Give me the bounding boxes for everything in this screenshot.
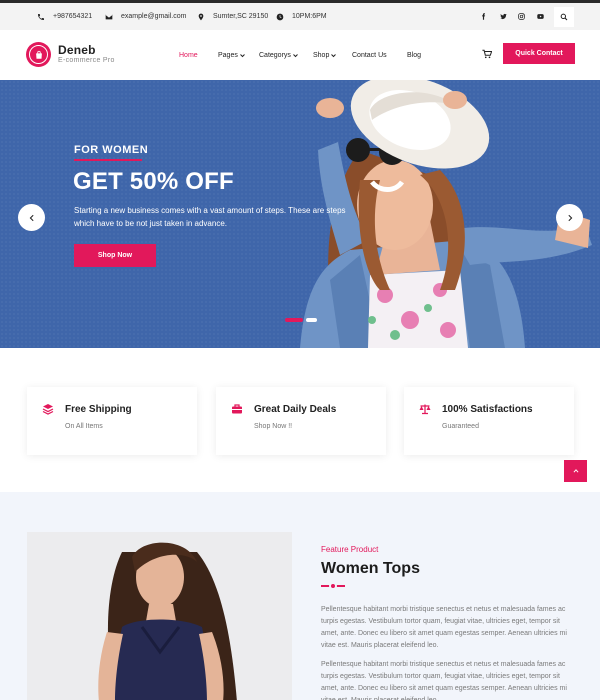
envelope-icon (105, 14, 113, 19)
hours-text: 10PM:6PM (292, 13, 327, 20)
feature-subtitle: Guaranteed (442, 423, 479, 430)
feature-card-satisfaction: 100% Satisfactions Guaranteed (404, 387, 574, 455)
title-divider-dot (329, 582, 337, 590)
balance-scale-icon (419, 404, 431, 415)
topbar-address: Sumter,SC 29150 (197, 3, 268, 30)
nav-pages-label: Pages (218, 51, 238, 59)
youtube-icon[interactable] (533, 3, 547, 30)
phone-text: +987654321 (53, 13, 93, 20)
feature-subtitle: Shop Now !! (254, 423, 293, 430)
nav-blog-label: Blog (407, 51, 422, 59)
brand-tagline: E-commerce Pro (58, 57, 115, 64)
nav-pages[interactable]: Pages (218, 30, 245, 80)
facebook-icon[interactable] (476, 3, 490, 30)
nav-shop[interactable]: Shop (313, 30, 337, 80)
feature-card-deals: Great Daily Deals Shop Now !! (216, 387, 386, 455)
product-paragraph-1: Pellentesque habitant morbi tristique se… (321, 606, 567, 649)
chevron-down-icon (331, 53, 337, 57)
slider-dot[interactable] (306, 318, 317, 322)
brand-name[interactable]: Deneb (58, 43, 96, 57)
product-section-label: Feature Product (321, 545, 379, 554)
feature-title: 100% Satisfactions (442, 404, 533, 415)
chevron-right-icon (567, 214, 572, 221)
feature-subtitle: On All Items (65, 423, 103, 430)
product-section-title: Women Tops (321, 560, 420, 577)
phone-icon (38, 13, 44, 20)
twitter-icon[interactable] (496, 3, 510, 30)
feature-card-shipping: Free Shipping On All Items (27, 387, 197, 455)
clock-icon (276, 13, 284, 20)
chevron-down-icon (293, 53, 298, 57)
search-button[interactable] (554, 7, 574, 27)
shopping-bag-icon (35, 50, 42, 59)
instagram-icon[interactable] (514, 3, 528, 30)
cart-icon[interactable] (482, 49, 492, 59)
briefcase-icon (232, 404, 242, 414)
nav-contact-label: Contact Us (352, 51, 387, 59)
feature-product-section: Feature Product Women Tops Pellentesque … (0, 492, 600, 700)
topbar-hours: 10PM:6PM (276, 3, 327, 30)
address-text: Sumter,SC 29150 (213, 13, 269, 20)
chevron-up-icon (573, 469, 578, 473)
hero-eyebrow-underline (74, 159, 142, 161)
feature-title: Free Shipping (65, 404, 132, 415)
slider-prev-button[interactable] (18, 204, 45, 231)
map-pin-icon (198, 13, 204, 20)
nav-blog[interactable]: Blog (407, 30, 421, 80)
nav-categorys[interactable]: Categorys (259, 30, 298, 80)
product-paragraph-2: Pellentesque habitant morbi tristique se… (321, 661, 567, 700)
feature-title: Great Daily Deals (254, 404, 337, 415)
hero-title: GET 50% OFF (73, 168, 234, 195)
topbar-phone[interactable]: +987654321 (37, 3, 92, 30)
topbar: +987654321 example@gmail.com Sumter,SC 2… (0, 3, 600, 30)
logo[interactable] (26, 42, 51, 67)
nav-home-label: Home (179, 51, 198, 59)
nav-categorys-label: Categorys (259, 51, 291, 59)
hero-slider: FOR WOMEN GET 50% OFF Starting a new bus… (0, 80, 600, 348)
slider-next-button[interactable] (556, 204, 583, 231)
chevron-down-icon (240, 53, 245, 57)
shop-now-button[interactable]: Shop Now (74, 244, 156, 267)
hero-eyebrow: FOR WOMEN (74, 144, 149, 156)
nav-shop-label: Shop (313, 51, 330, 59)
nav-home[interactable]: Home (179, 30, 198, 80)
site-header: Deneb E-commerce Pro Home Pages Category… (0, 30, 600, 80)
email-text: example@gmail.com (121, 13, 187, 20)
scroll-top-button[interactable] (564, 460, 587, 482)
topbar-email[interactable]: example@gmail.com (105, 3, 186, 30)
slider-dot-active[interactable] (285, 318, 303, 322)
search-icon (560, 13, 568, 21)
product-model-image (98, 542, 237, 700)
chevron-left-icon (29, 214, 34, 221)
nav-contact[interactable]: Contact Us (352, 30, 387, 80)
quick-contact-button[interactable]: Quick Contact (503, 43, 575, 64)
hero-description: Starting a new business comes with a vas… (74, 206, 346, 228)
layers-icon (42, 404, 54, 415)
product-image (27, 532, 292, 700)
